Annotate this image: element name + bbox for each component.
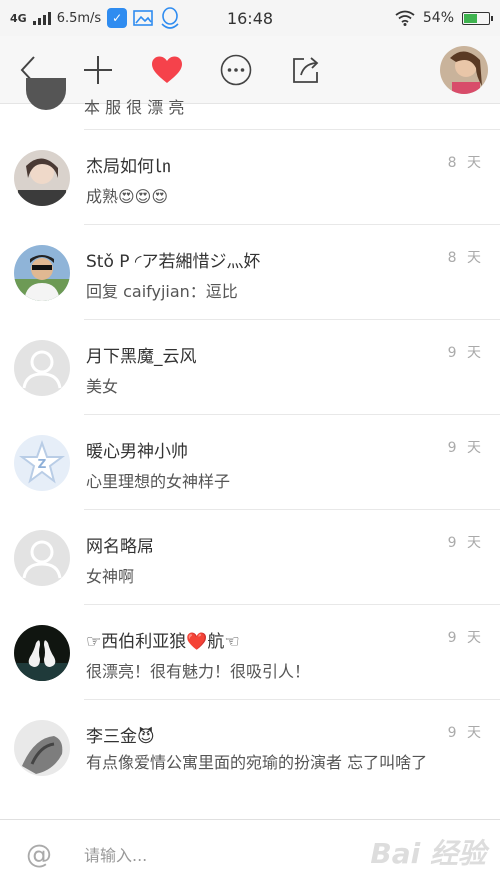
comment-text: 回复 caifyjian：逗比 <box>86 282 238 301</box>
comment-text: 成熟😍😍😍 <box>86 187 169 206</box>
qq-star-avatar-icon: Z <box>14 435 70 491</box>
user-name[interactable]: Stǒ P ◜ア若緗惜ジ灬妚 <box>86 247 261 272</box>
timestamp: 9 天 <box>447 630 484 646</box>
timestamp: 8 天 <box>447 250 484 266</box>
list-item[interactable]: Z 暖心男神小帅 心里理想的女神样子 9 天 <box>0 415 500 510</box>
user-name[interactable]: 杰局如何㏑ <box>86 152 171 177</box>
user-name[interactable]: ☞西伯利亚狼❤️航☜ <box>86 627 240 652</box>
timestamp: 9 天 <box>447 440 484 456</box>
signal-icon <box>32 11 51 25</box>
add-button[interactable] <box>76 48 120 92</box>
list-item[interactable]: 网名略屌 女神啊 9 天 <box>0 510 500 605</box>
user-name[interactable]: 网名略屌 <box>86 532 154 557</box>
watermark: Bai 经验 <box>370 837 486 870</box>
comment-input[interactable] <box>84 842 384 868</box>
user-name[interactable]: 月下黑魔_云风 <box>86 342 197 367</box>
network-speed: 6.5m/s <box>56 10 102 26</box>
more-button[interactable] <box>214 48 258 92</box>
battery-percent: 54% <box>422 10 454 26</box>
like-button[interactable] <box>145 48 189 92</box>
comment-list: 本 服 很 漂 亮 杰局如何㏑ 成熟😍😍😍 8 天 Stǒ P ◜ア若緗惜ジ灬妚… <box>0 78 500 820</box>
user-name[interactable]: 李三金😈 <box>86 722 155 747</box>
avatar <box>26 78 66 110</box>
share-button[interactable] <box>284 48 328 92</box>
wifi-icon <box>395 10 415 26</box>
share-icon <box>293 57 319 83</box>
comment-text: 有点像爱情公寓里面的宛瑜的扮演者 忘了叫啥了 <box>86 753 428 772</box>
avatar[interactable] <box>14 150 70 206</box>
list-item-partial[interactable]: 本 服 很 漂 亮 <box>26 78 500 130</box>
at-icon[interactable]: @ <box>26 840 52 870</box>
default-avatar-icon <box>14 530 70 586</box>
comment-input-bar: @ Bai 经验 <box>0 819 500 889</box>
comment-text: 很漂亮！很有魅力！很吸引人！ <box>86 662 311 681</box>
comment-text: 心里理想的女神样子 <box>86 472 231 491</box>
list-item[interactable]: ☞西伯利亚狼❤️航☜ 很漂亮！很有魅力！很吸引人！ 9 天 <box>0 605 500 700</box>
avatar-image <box>440 46 488 94</box>
avatar[interactable] <box>14 530 70 586</box>
default-avatar-icon <box>14 340 70 396</box>
timestamp: 9 天 <box>447 725 484 741</box>
qq-icon <box>161 7 179 29</box>
avatar[interactable] <box>14 340 70 396</box>
avatar[interactable]: Z <box>14 435 70 491</box>
list-item[interactable]: 杰局如何㏑ 成熟😍😍😍 8 天 <box>0 130 500 225</box>
timestamp: 9 天 <box>447 535 484 551</box>
add-icon <box>84 56 112 84</box>
avatar[interactable] <box>14 245 70 301</box>
toolbar <box>0 36 500 104</box>
image-icon <box>133 10 153 26</box>
list-item[interactable]: Stǒ P ◜ア若緗惜ジ灬妚 回复 caifyjian：逗比 8 天 <box>0 225 500 320</box>
comment-text: 美女 <box>86 377 119 396</box>
avatar[interactable] <box>14 720 70 776</box>
user-name[interactable]: 暖心男神小帅 <box>86 437 188 462</box>
status-bar: 4G 6.5m/s ✓ 16:48 54% <box>0 0 500 36</box>
timestamp: 9 天 <box>447 345 484 361</box>
svg-text:Z: Z <box>38 457 47 471</box>
network-type: 4G <box>10 11 27 25</box>
list-item[interactable]: 李三金😈 有点像爱情公寓里面的宛瑜的扮演者 忘了叫啥了 9 天 <box>0 700 500 820</box>
heart-icon <box>152 56 182 83</box>
avatar[interactable] <box>14 625 70 681</box>
swan-avatar-image <box>14 625 70 681</box>
user-avatar[interactable] <box>440 46 488 94</box>
more-icon <box>220 54 252 86</box>
battery-icon <box>462 11 493 25</box>
shield-icon: ✓ <box>107 8 128 28</box>
list-item[interactable]: 月下黑魔_云风 美女 9 天 <box>0 320 500 415</box>
comment-text: 女神啊 <box>86 567 135 586</box>
timestamp: 8 天 <box>447 155 484 171</box>
comment-text: 本 服 很 漂 亮 <box>84 98 185 117</box>
